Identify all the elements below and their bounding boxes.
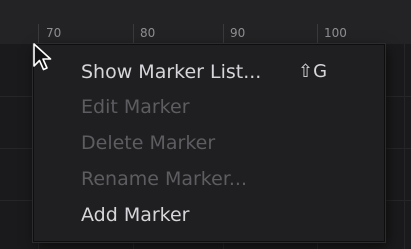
- ruler-tick: [223, 24, 224, 44]
- menu-item-delete-marker[interactable]: Delete Marker: [81, 131, 215, 155]
- menu-item-add-marker[interactable]: Add Marker: [81, 203, 190, 227]
- shortcut-show-marker-list: ⇧G: [298, 61, 328, 82]
- ruler-label-100: 100: [324, 26, 347, 40]
- menu-item-show-marker-list[interactable]: Show Marker List...: [81, 60, 261, 84]
- ruler-tick: [317, 24, 318, 44]
- menu-item-rename-marker[interactable]: Rename Marker...: [81, 167, 247, 191]
- ruler-label-90: 90: [230, 26, 246, 40]
- arrow-pointer-icon: [33, 43, 52, 71]
- grid-line: [404, 44, 405, 249]
- ruler-tick: [38, 24, 39, 44]
- menu-item-edit-marker[interactable]: Edit Marker: [81, 95, 190, 119]
- ruler-label-70: 70: [46, 26, 62, 40]
- ruler-label-80: 80: [140, 26, 156, 40]
- ruler-tick: [133, 24, 134, 44]
- timeline-ruler[interactable]: 70 80 90 100: [0, 0, 411, 44]
- marker-context-menu: Show Marker List... ⇧G Edit Marker Delet…: [33, 44, 385, 242]
